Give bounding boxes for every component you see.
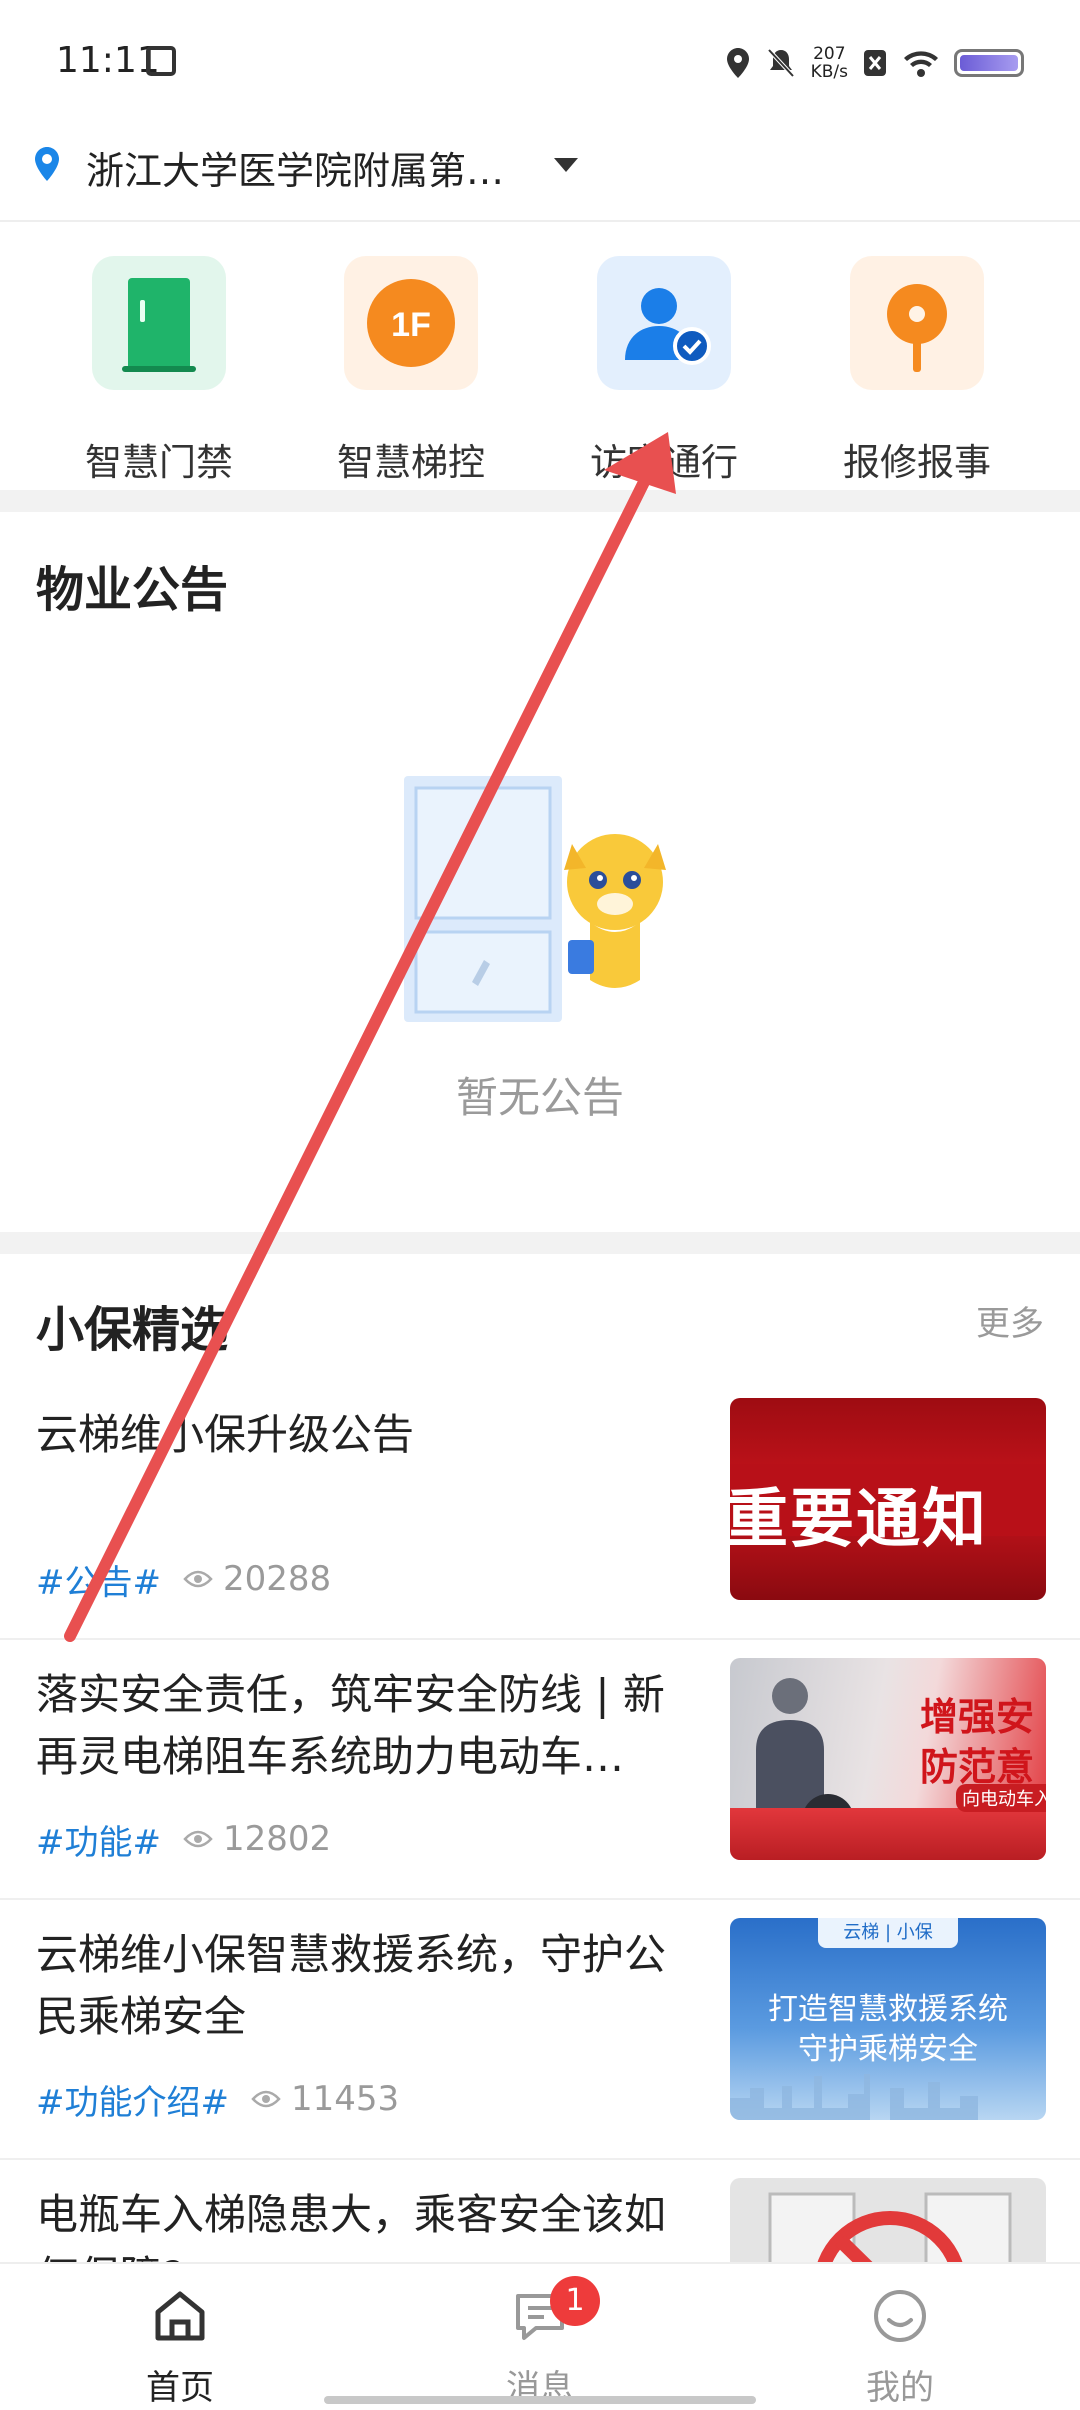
article-meta: #功能# 12802 bbox=[36, 1814, 331, 1864]
quick-action-visitor-pass[interactable]: 访客通行 bbox=[529, 256, 759, 484]
thumbnail-brand-name: 云梯 bbox=[843, 1922, 880, 1943]
article-thumbnail[interactable]: 云梯 | 小保 打造智慧救援系统 守护乘梯安全 bbox=[730, 1918, 1046, 2120]
more-link[interactable]: 更多 bbox=[976, 1296, 1044, 1345]
speed-unit: KB/s bbox=[810, 62, 848, 82]
article-tag[interactable]: #公告# bbox=[36, 1555, 161, 1604]
location-selector[interactable]: 浙江大学医学院附属第… bbox=[0, 110, 1080, 222]
article-item[interactable]: 云梯维小保升级公告 #公告# 20288 重要通知 bbox=[0, 1378, 1080, 1640]
quick-action-label: 访客通行 bbox=[590, 441, 738, 484]
home-indicator[interactable] bbox=[324, 2396, 756, 2404]
quick-action-label: 报修报事 bbox=[843, 441, 991, 484]
article-meta: #公告# 20288 bbox=[36, 1554, 331, 1604]
article-thumbnail[interactable]: 增强安 防范意 向电动车入 bbox=[730, 1658, 1046, 1860]
speed-value: 207 bbox=[813, 44, 846, 64]
notices-title: 物业公告 bbox=[36, 562, 229, 618]
calendar-icon bbox=[146, 46, 176, 76]
article-thumbnail[interactable]: 重要通知 bbox=[730, 1398, 1046, 1600]
nav-home[interactable]: 首页 bbox=[80, 2264, 280, 2410]
article-meta: #功能介绍# 11453 bbox=[36, 2074, 399, 2124]
chevron-down-icon[interactable] bbox=[554, 158, 578, 172]
elevator-floor-text: 1F bbox=[391, 306, 431, 344]
article-title[interactable]: 云梯维小保智慧救援系统，守护公民乘梯安全 bbox=[36, 1924, 696, 2048]
quick-action-label: 智慧梯控 bbox=[337, 441, 485, 484]
door-icon bbox=[92, 256, 226, 390]
article-views: 11453 bbox=[290, 2079, 400, 2119]
article-views: 12802 bbox=[222, 1819, 332, 1859]
location-name[interactable]: 浙江大学医学院附属第… bbox=[86, 140, 504, 195]
section-divider bbox=[0, 490, 1080, 512]
eye-icon bbox=[183, 1830, 213, 1848]
status-bar: 11:11 207 KB/s bbox=[0, 0, 1080, 110]
unread-badge: 1 bbox=[550, 2276, 600, 2326]
nav-label: 首页 bbox=[146, 2368, 214, 2408]
quick-action-smart-access[interactable]: 智慧门禁 bbox=[24, 256, 254, 484]
article-item[interactable]: 落实安全责任，筑牢安全防线 | 新再灵电梯阻车系统助力电动车… #功能# 128… bbox=[0, 1638, 1080, 1900]
nav-messages[interactable]: 1 消息 bbox=[440, 2264, 640, 2410]
thumbnail-text-line2: 防范意 bbox=[920, 1745, 1035, 1789]
article-item[interactable]: 云梯维小保智慧救援系统，守护公民乘梯安全 #功能介绍# 11453 云梯 | 小… bbox=[0, 1898, 1080, 2160]
home-icon bbox=[155, 2291, 205, 2341]
no-sim-icon bbox=[864, 50, 886, 76]
nav-label: 我的 bbox=[866, 2368, 934, 2408]
profile-smile-icon bbox=[874, 2290, 926, 2342]
battery-icon bbox=[954, 49, 1024, 77]
article-tag[interactable]: #功能# bbox=[36, 1815, 161, 1864]
location-status-icon bbox=[726, 48, 749, 78]
eye-icon bbox=[251, 2090, 281, 2108]
article-views: 20288 bbox=[222, 1559, 332, 1599]
article-title[interactable]: 云梯维小保升级公告 bbox=[36, 1404, 696, 1466]
article-title[interactable]: 落实安全责任，筑牢安全防线 | 新再灵电梯阻车系统助力电动车… bbox=[36, 1664, 696, 1788]
section-divider bbox=[0, 1232, 1080, 1254]
empty-notice-illustration bbox=[404, 776, 666, 1022]
thumbnail-text: 重要通知 bbox=[730, 1483, 988, 1557]
quick-action-repair-report[interactable]: 报修报事 bbox=[782, 256, 1012, 484]
empty-notice-text: 暂无公告 bbox=[455, 1073, 624, 1122]
status-icons: 207 KB/s bbox=[725, 38, 1024, 88]
quick-action-smart-elevator[interactable]: 1F 智慧梯控 bbox=[276, 256, 506, 484]
wifi-icon bbox=[904, 51, 938, 77]
nav-profile[interactable]: 我的 bbox=[800, 2264, 1000, 2410]
thumbnail-brand: 云梯 | 小保 bbox=[818, 1918, 958, 1948]
thumbnail-text-line1: 增强安 bbox=[920, 1695, 1035, 1739]
status-time: 11:11 bbox=[56, 40, 160, 81]
wrench-icon bbox=[850, 256, 984, 390]
quick-action-label: 智慧门禁 bbox=[85, 441, 233, 484]
location-pin-icon bbox=[35, 147, 59, 181]
selection-title: 小保精选 bbox=[36, 1302, 229, 1358]
thumbnail-text-line3: 向电动车入 bbox=[956, 1784, 1046, 1812]
quick-actions: 智慧门禁 1F 智慧梯控 访客通行 报修报事 bbox=[0, 222, 1080, 490]
network-speed: 207 KB/s bbox=[811, 45, 848, 81]
visitor-user-icon bbox=[597, 256, 731, 390]
elevator-floor-icon: 1F bbox=[344, 256, 478, 390]
article-tag[interactable]: #功能介绍# bbox=[36, 2075, 229, 2124]
city-skyline-icon bbox=[730, 2074, 978, 2120]
bottom-navigation: 首页 1 消息 我的 bbox=[0, 2262, 1080, 2410]
thumbnail-brand-name: 小保 bbox=[896, 1922, 933, 1943]
mute-bell-icon bbox=[767, 48, 795, 78]
thumbnail-text-line1: 打造智慧救援系统 bbox=[768, 1992, 1008, 2027]
eye-icon bbox=[183, 1570, 213, 1588]
